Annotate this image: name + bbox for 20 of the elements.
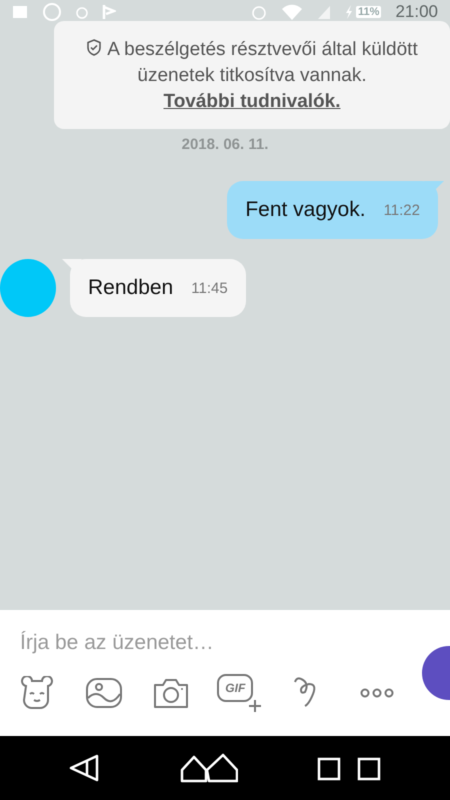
signal-icon	[317, 4, 332, 20]
shield-check-icon	[86, 39, 102, 56]
more-info-link[interactable]: További tudnivalók.	[164, 91, 340, 112]
message-time: 11:22	[384, 202, 420, 218]
message-time: 11:45	[191, 280, 228, 296]
home-icon	[180, 753, 238, 783]
home-button[interactable]	[180, 753, 238, 783]
message-input-field[interactable]: Írja be az üzenetet…	[18, 630, 402, 656]
battery-level: 11%	[356, 6, 382, 18]
message-text: Fent vagyok.	[245, 198, 366, 222]
more-dots-icon	[360, 688, 394, 698]
clock-time: 21:00	[395, 2, 438, 22]
image-icon	[12, 5, 28, 19]
message-text: Rendben	[88, 276, 174, 300]
back-triangle-icon	[69, 753, 102, 783]
back-button[interactable]	[69, 753, 102, 783]
charging-icon	[345, 5, 354, 19]
picture-icon	[84, 676, 123, 710]
date-separator: 2018. 06. 11.	[182, 136, 268, 153]
encryption-notice-text: A beszélgetés résztvevői által küldött üzenetek titkosítva vannak. További tudnivalók.	[78, 37, 426, 115]
